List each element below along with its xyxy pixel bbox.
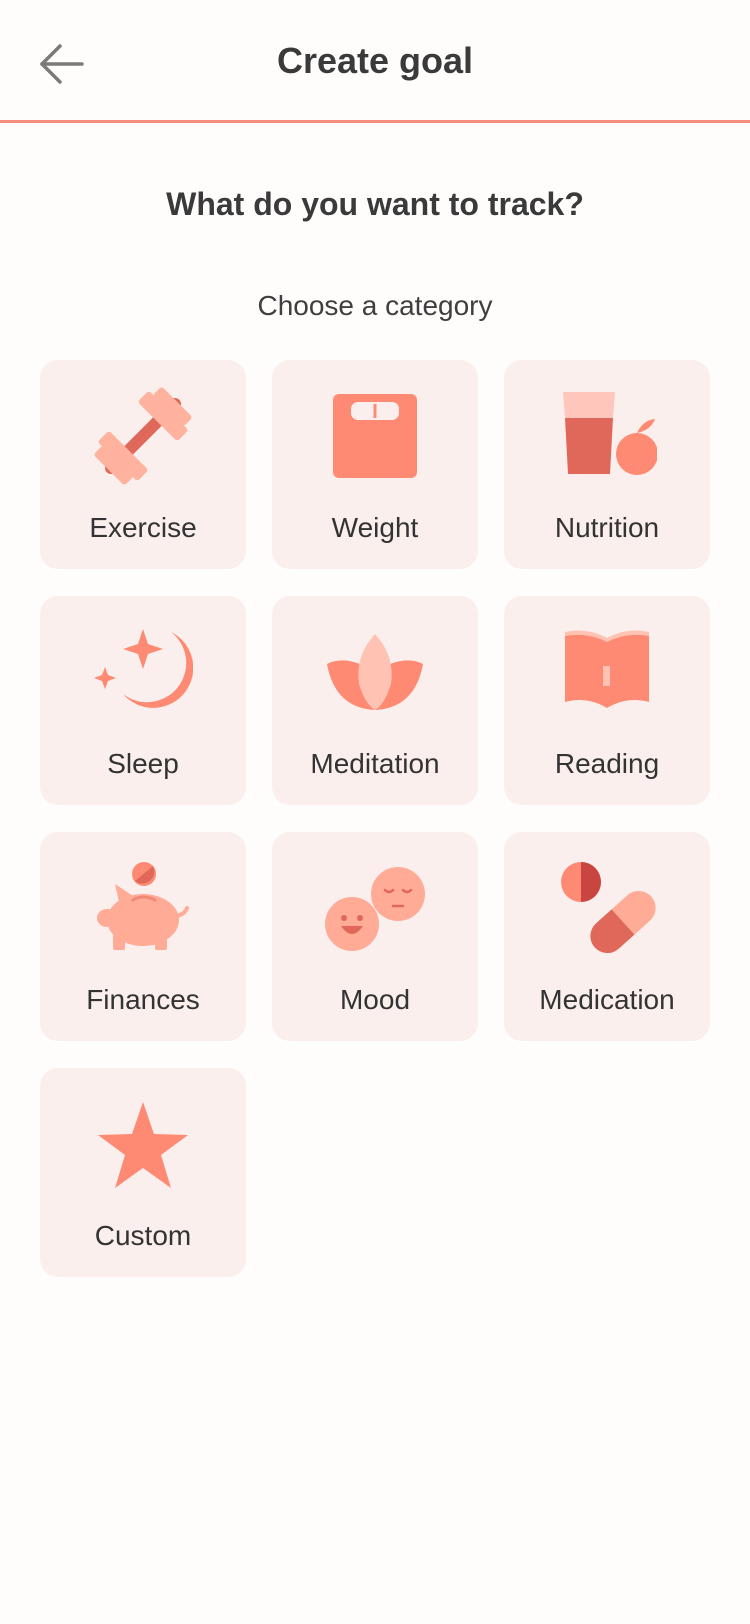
book-icon <box>565 630 649 708</box>
category-label: Weight <box>331 512 419 543</box>
question-heading: What do you want to track? <box>166 186 584 222</box>
category-mood[interactable]: Mood <box>272 832 478 1041</box>
category-sleep[interactable]: Sleep <box>40 596 246 805</box>
category-subtitle: Choose a category <box>257 290 493 321</box>
category-reading[interactable]: Reading <box>504 596 710 805</box>
lotus-icon <box>327 634 423 710</box>
category-label: Custom <box>94 1220 192 1251</box>
piggy-bank-icon <box>97 862 189 950</box>
category-label: Mood <box>339 984 411 1015</box>
category-label: Sleep <box>107 748 179 779</box>
category-label: Finances <box>86 984 200 1015</box>
scale-icon <box>333 394 417 478</box>
category-label: Exercise <box>89 512 197 543</box>
category-custom[interactable]: Custom <box>40 1068 246 1277</box>
app-header: Create goal <box>0 0 750 123</box>
category-label: Meditation <box>310 748 440 779</box>
category-grid: Exercise Weight Nutrition Sleep Meditati… <box>40 360 710 1277</box>
category-exercise[interactable]: Exercise <box>40 360 246 569</box>
food-icon <box>563 392 657 475</box>
dumbbell-icon <box>94 387 192 485</box>
category-nutrition[interactable]: Nutrition <box>504 360 710 569</box>
category-meditation[interactable]: Meditation <box>272 596 478 805</box>
star-icon <box>98 1102 188 1188</box>
page-title: Create goal <box>276 40 474 81</box>
category-label: Nutrition <box>554 512 660 543</box>
moon-icon <box>94 629 193 708</box>
category-finances[interactable]: Finances <box>40 832 246 1041</box>
category-label: Reading <box>554 748 660 779</box>
category-label: Medication <box>539 984 675 1015</box>
faces-icon <box>325 867 425 951</box>
pill-icon <box>561 862 656 954</box>
category-weight[interactable]: Weight <box>272 360 478 569</box>
category-medication[interactable]: Medication <box>504 832 710 1041</box>
